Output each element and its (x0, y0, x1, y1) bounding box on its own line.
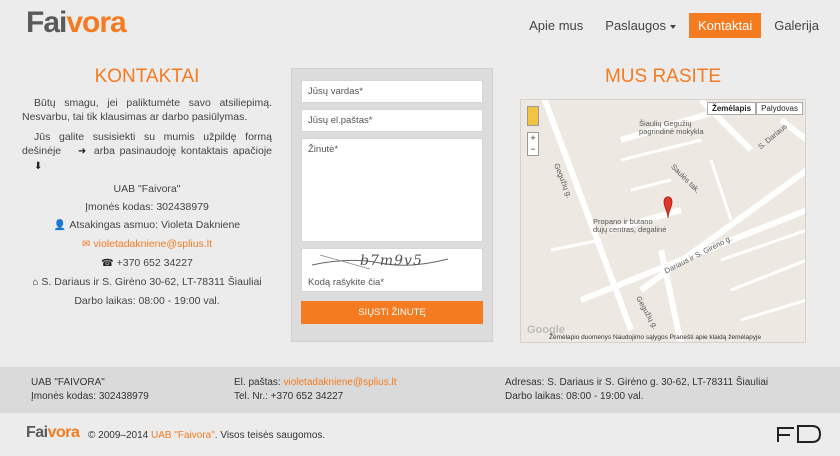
envelope-icon: ✉ (81, 239, 91, 250)
site-logo[interactable]: Faivora (26, 6, 127, 40)
copyright-prefix: © 2009–2014 (88, 430, 149, 441)
map-label-school: Šiaulių Gegužių pagrindinė mokykla (639, 119, 704, 136)
header: Faivora Apie mus Paslaugos Kontaktai Gal… (0, 0, 840, 58)
email-link[interactable]: violetadakniene@splius.lt (93, 238, 212, 250)
footer: UAB "FAIVORA" Įmonės kodas: 302438979 El… (0, 367, 840, 413)
footer-logo[interactable]: Faivora (26, 424, 80, 442)
map-type-satellite[interactable]: Palydovas (756, 102, 803, 115)
captcha-image: b7m9v5 (360, 253, 423, 269)
phone-text: +370 652 34227 (116, 257, 193, 269)
user-icon: 👤 (53, 220, 67, 231)
map-type-roadmap[interactable]: Žemėlapis (706, 102, 757, 115)
phone-line: ☎ +370 652 34227 (22, 254, 272, 273)
copyright-suffix: . Visos teisės saugomos. (214, 430, 326, 441)
nav-label: Apie mus (529, 18, 584, 33)
company-code: Įmonės kodas: 302438979 (85, 201, 209, 213)
arrow-down-icon: ⬇ (34, 161, 43, 172)
contacts-intro: Būtų smagu, jei palikt­umėte savo atsili… (22, 97, 272, 123)
company-name: UAB "Faivora" (113, 183, 181, 195)
footer-logo-part1: Fai (26, 424, 48, 441)
message-textarea[interactable]: Žinutė* (301, 138, 483, 242)
footer-address: Adresas: S. Dariaus ir S. Girėno g. 30-6… (505, 376, 768, 404)
footer-address-text: Adresas: S. Dariaus ir S. Girėno g. 30-6… (505, 377, 769, 388)
email-line: ✉ violetadakniene@splius.lt (22, 235, 272, 254)
nav-item-paslaugos[interactable]: Paslaugos (596, 13, 685, 38)
footer-company-code: Įmonės kodas: 302438979 (31, 391, 149, 402)
footer-hours: Darbo laikas: 08:00 - 19:00 val. (505, 391, 644, 402)
nav-label: Paslaugos (605, 18, 666, 33)
google-map[interactable]: Žemėlapis Palydovas + − Šiaulių Gegužių … (520, 99, 806, 343)
map-attribution[interactable]: Žemėlapio duomenys Naudojimo sąlygos Pra… (549, 334, 761, 341)
nav-item-galerija[interactable]: Galerija (765, 13, 828, 38)
arrow-right-icon: ➜ (77, 146, 87, 157)
nav-item-apie-mus[interactable]: Apie mus (520, 13, 592, 38)
pegman-icon[interactable] (527, 106, 539, 126)
footer-email-link[interactable]: violetadakniene@splius.lt (283, 377, 396, 388)
contacts-title: KONTAKTAI (94, 66, 200, 87)
home-icon: ⌂ (32, 277, 39, 288)
map-label-gas: Propano ir butano dujų centras, degalinė (593, 217, 667, 234)
footer-logo-part2: vora (47, 424, 80, 441)
contacts-instructions: Jūs galite susisiekti su mumis užpildę f… (22, 130, 272, 174)
nav-item-kontaktai[interactable]: Kontaktai (689, 13, 762, 38)
responsible-text: Atsakingas asmuo: Violeta Dakniene (69, 219, 241, 231)
footer-email-line: El. paštas: violetadakniene@splius.lt (234, 376, 396, 390)
footer-company-name: UAB "FAIVORA" (31, 377, 105, 388)
captcha-input[interactable]: Kodą rašykite čia* (308, 277, 384, 288)
footer-company: UAB "FAIVORA" Įmonės kodas: 302438979 (31, 376, 149, 404)
bottom-bar: Faivora © 2009–2014 UAB "Faivora". Visos… (0, 413, 840, 456)
address-text: S. Dariaus ir S. Girėno 30-62, LT-78311 … (41, 276, 262, 288)
nav-label: Kontaktai (698, 18, 753, 33)
logo-text-part2: vora (66, 6, 126, 39)
main-nav: Apie mus Paslaugos Kontaktai Galerija (520, 13, 828, 38)
zoom-out-button[interactable]: − (528, 144, 538, 155)
zoom-in-button[interactable]: + (528, 133, 538, 144)
logo-text-part1: Fai (26, 6, 67, 39)
footer-contacts: El. paštas: violetadakniene@splius.lt Te… (234, 376, 396, 404)
map-title: MUS RASITE (604, 66, 722, 87)
contacts-section: KONTAKTAI Būtų smagu, jei palikt­umėte s… (22, 66, 272, 310)
working-hours: Darbo laikas: 08:00 - 19:00 val. (74, 295, 220, 307)
zoom-control: + − (527, 132, 539, 156)
captcha-field[interactable]: b7m9v5 Kodą rašykite čia* (301, 248, 483, 292)
caret-down-icon (670, 24, 676, 29)
contact-form: Jūsų vardas* Jūsų el.paštas* Žinutė* b7m… (291, 68, 493, 342)
footer-phone: Tel. Nr.: +370 652 34227 (234, 391, 344, 402)
nav-label: Galerija (774, 18, 819, 33)
copyright: © 2009–2014 UAB "Faivora". Visos teisės … (88, 430, 325, 441)
instructions-text-b: arba pasinaudoję kontaktais apačioje (93, 145, 272, 157)
phone-icon: ☎ (101, 258, 114, 269)
responsible-person: 👤 Atsakingas asmuo: Violeta Dakniene (22, 216, 272, 235)
developer-logo-icon[interactable] (776, 424, 822, 444)
map-type-control: Žemėlapis Palydovas (706, 102, 803, 115)
copyright-link[interactable]: UAB "Faivora" (151, 430, 215, 441)
footer-email-label: El. paštas: (234, 377, 281, 388)
name-input[interactable]: Jūsų vardas* (301, 80, 483, 103)
submit-button[interactable]: SIŲSTI ŽINUTĘ (301, 301, 483, 324)
email-input[interactable]: Jūsų el.paštas* (301, 109, 483, 132)
address-line: ⌂ S. Dariaus ir S. Girėno 30-62, LT-78311… (22, 273, 272, 292)
